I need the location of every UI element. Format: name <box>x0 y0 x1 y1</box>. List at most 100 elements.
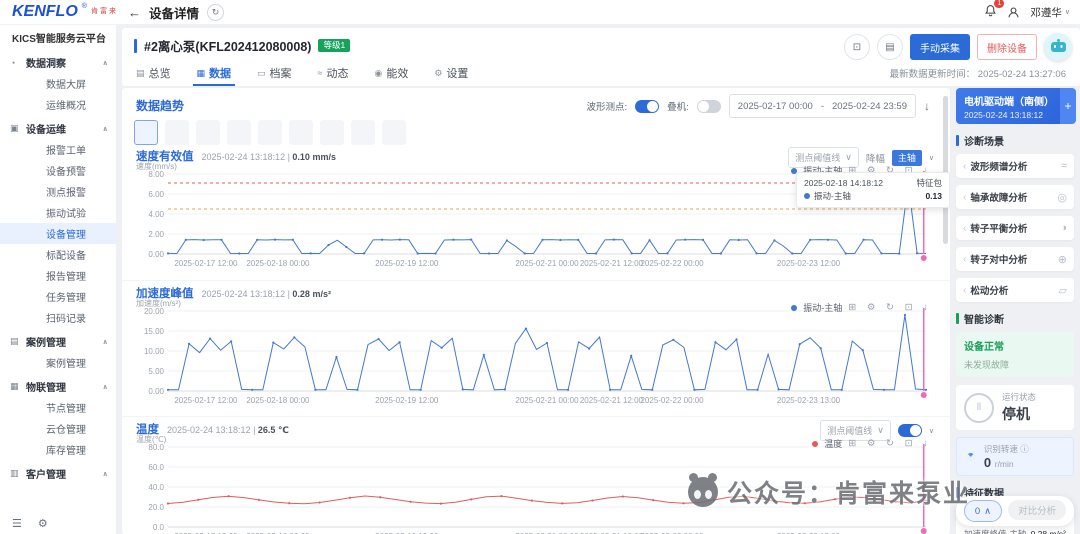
feature-value: 0.28 m/s² <box>1031 527 1066 534</box>
sidebar-item[interactable]: ▤ 案例管理 ∧ <box>0 331 116 352</box>
back-arrow-icon[interactable]: ← <box>128 5 141 20</box>
section-accent-bar <box>956 135 959 146</box>
diagnosis-section-title: 诊断场景 <box>964 137 1004 148</box>
chevron-down-icon[interactable]: ∨ <box>929 427 934 435</box>
sidebar-item[interactable]: 扫码记录 <box>0 307 116 328</box>
tooltip-series: 振动-主轴 <box>814 190 851 201</box>
sidebar-item[interactable]: 设备预警 <box>0 160 116 181</box>
gauge-icon: ◔ <box>959 445 981 468</box>
device-tab[interactable]: ▤ 总览 <box>136 60 171 86</box>
sidebar-item[interactable]: 案例管理 <box>0 352 116 373</box>
sidebar-item[interactable]: 测点报警 <box>0 181 116 202</box>
sidebar-item[interactable]: 库存管理 <box>0 439 116 460</box>
svg-text:15.00: 15.00 <box>144 327 165 336</box>
chart1-meta: 2025-02-24 13:18:12 | 0.10 mm/s <box>201 152 336 162</box>
legend-dot <box>812 440 819 447</box>
compare-analysis-button[interactable]: 对比分析 <box>1008 500 1067 520</box>
tab-label: 数据 <box>209 68 232 80</box>
diagnosis-item[interactable]: ‹ 转子对中分析 ⊕ <box>956 247 1074 271</box>
sidebar-item[interactable]: 任务管理 <box>0 286 116 307</box>
date-range-picker[interactable]: 2025-02-17 00:00 - 2025-02-24 23:59 <box>728 94 916 118</box>
sidebar-item[interactable]: 节点管理 <box>0 397 116 418</box>
diagnosis-item[interactable]: ‹ 转子平衡分析 ◑ <box>956 216 1074 240</box>
diagnosis-item[interactable]: ‹ 松动分析 ▱ <box>956 278 1074 302</box>
user-icon[interactable] <box>1007 6 1020 19</box>
legend-label[interactable]: 振动-主轴 <box>803 301 842 314</box>
tooltip-tag: 特征包 <box>916 178 942 188</box>
chart-section-velocity: 速度有效值 2025-02-24 13:18:12 | 0.10 mm/s 测点… <box>122 144 950 280</box>
waveform-point-toggle[interactable] <box>635 99 660 113</box>
sidebar-item[interactable]: 数据大屏 <box>0 73 116 94</box>
notification-bell-icon[interactable]: 1 <box>984 0 1005 20</box>
sidebar-item[interactable]: ▣ 设备运维 ∧ <box>0 118 116 139</box>
chart-toolbox-icons[interactable]: ⊞ ⚙ ↻ ⊡ ↓ <box>848 302 932 313</box>
sidebar-item[interactable]: 运维概况 <box>0 94 116 115</box>
info-icon[interactable]: ⓘ <box>1020 444 1029 454</box>
ai-status-box: 设备正常 未发现故障 <box>956 332 1074 377</box>
sidebar-item[interactable]: 云仓管理 <box>0 418 116 439</box>
ai-assistant-robot-icon[interactable] <box>1044 33 1072 61</box>
device-tab[interactable]: ▦ 数据 <box>192 60 235 86</box>
sidebar-item[interactable]: 振动试验 <box>0 202 116 223</box>
collapse-caret-icon: ∧ <box>102 125 108 133</box>
tab-icon: ▭ <box>257 67 266 78</box>
sidebar-item[interactable]: 标配设备 <box>0 244 116 265</box>
diagnosis-item[interactable]: ‹ 轴承故障分析 ◎ <box>956 185 1074 209</box>
selected-point-card[interactable]: 电机驱动端（南侧） 2025-02-24 13:18:12 + <box>956 88 1076 124</box>
device-tab[interactable]: ⚙ 设置 <box>434 60 468 86</box>
add-point-button[interactable]: + <box>1060 88 1076 124</box>
refresh-icon[interactable]: ↻ <box>207 3 225 21</box>
panel-scrollbar[interactable] <box>943 96 948 244</box>
collapse-caret-icon: ∧ <box>102 470 108 478</box>
user-menu[interactable]: 邓遵华 ∨ <box>1030 5 1070 20</box>
measure-point-chip[interactable] <box>351 120 375 145</box>
share-icon[interactable]: ⊡ <box>844 34 870 60</box>
chart3-plot[interactable]: 80.060.040.020.00.02025-02-17 12:002025-… <box>132 441 938 534</box>
amplitude-tag[interactable]: 降幅 <box>866 151 885 165</box>
chart3-toggle[interactable] <box>897 424 922 437</box>
manual-collect-button[interactable]: 手动采集 <box>910 34 970 60</box>
svg-text:2025-02-21 12:00: 2025-02-21 12:00 <box>580 259 644 268</box>
chart-toolbox-icons[interactable]: ⊞ ⚙ ↻ ⊡ ↓ <box>848 438 932 449</box>
diagnosis-label: 轴承故障分析 <box>970 193 1028 204</box>
tooltip-series-dot <box>804 193 810 200</box>
menu-collapse-icon[interactable]: ☰ <box>12 517 22 530</box>
measure-point-chip[interactable] <box>382 120 406 145</box>
measure-point-chip[interactable] <box>227 120 251 145</box>
measure-point-chip[interactable] <box>258 120 282 145</box>
measure-point-chip[interactable] <box>134 120 158 145</box>
chart2-plot[interactable]: 20.00 15.00 10.00 5.00 0.00 2025-02-17 12:00 2… <box>132 305 938 417</box>
chevron-down-icon[interactable]: ∨ <box>929 154 934 162</box>
collapse-caret-icon: ∧ <box>102 338 108 346</box>
svg-text:2025-02-22 00:00: 2025-02-22 00:00 <box>640 259 704 268</box>
sidebar-item[interactable]: ▥ 客户管理 ∧ <box>0 463 116 484</box>
waveform-point-label: 波形测点: <box>586 102 628 113</box>
device-tab[interactable]: ≈ 动态 <box>318 60 349 86</box>
diagnosis-item[interactable]: ‹ 波形频谱分析 ≈ <box>956 154 1074 178</box>
tab-icon: ≈ <box>317 68 323 78</box>
report-icon[interactable]: ▤ <box>877 34 903 60</box>
legend-label[interactable]: 温度 <box>824 437 842 450</box>
download-icon[interactable]: ↓ <box>924 99 930 113</box>
collapse-caret-icon: ∧ <box>102 59 108 67</box>
settings-gear-icon[interactable]: ⚙ <box>38 517 48 530</box>
device-tab[interactable]: ◉ 能效 <box>375 60 409 86</box>
overlay-toggle[interactable] <box>696 99 721 113</box>
sidebar-item[interactable]: ▦ 物联管理 ∧ <box>0 376 116 397</box>
sidebar-item[interactable]: 报告管理 <box>0 265 116 286</box>
trend-controls: 波形测点: 叠机: 2025-02-17 00:00 - 2025-02-24 … <box>587 94 930 118</box>
measure-point-chip[interactable] <box>320 120 344 145</box>
no-fault-text: 未发现故障 <box>964 360 1010 370</box>
measure-point-chip[interactable] <box>289 120 313 145</box>
svg-text:60.0: 60.0 <box>148 463 164 472</box>
delete-device-button[interactable]: 删除设备 <box>977 34 1037 60</box>
measure-point-chip[interactable] <box>165 120 189 145</box>
measure-point-chip[interactable] <box>196 120 220 145</box>
svg-text:2025-02-21 00:00: 2025-02-21 00:00 <box>515 396 579 405</box>
tab-label: 动态 <box>326 68 349 80</box>
device-tab[interactable]: ▭ 档案 <box>257 60 292 86</box>
sidebar-item[interactable]: 报警工单 <box>0 139 116 160</box>
sidebar-item[interactable]: 设备管理 <box>0 223 116 244</box>
sidebar-item[interactable]: ◔ 数据洞察 ∧ <box>0 52 116 73</box>
selection-count-button[interactable]: 0 ∧ <box>963 500 1003 522</box>
